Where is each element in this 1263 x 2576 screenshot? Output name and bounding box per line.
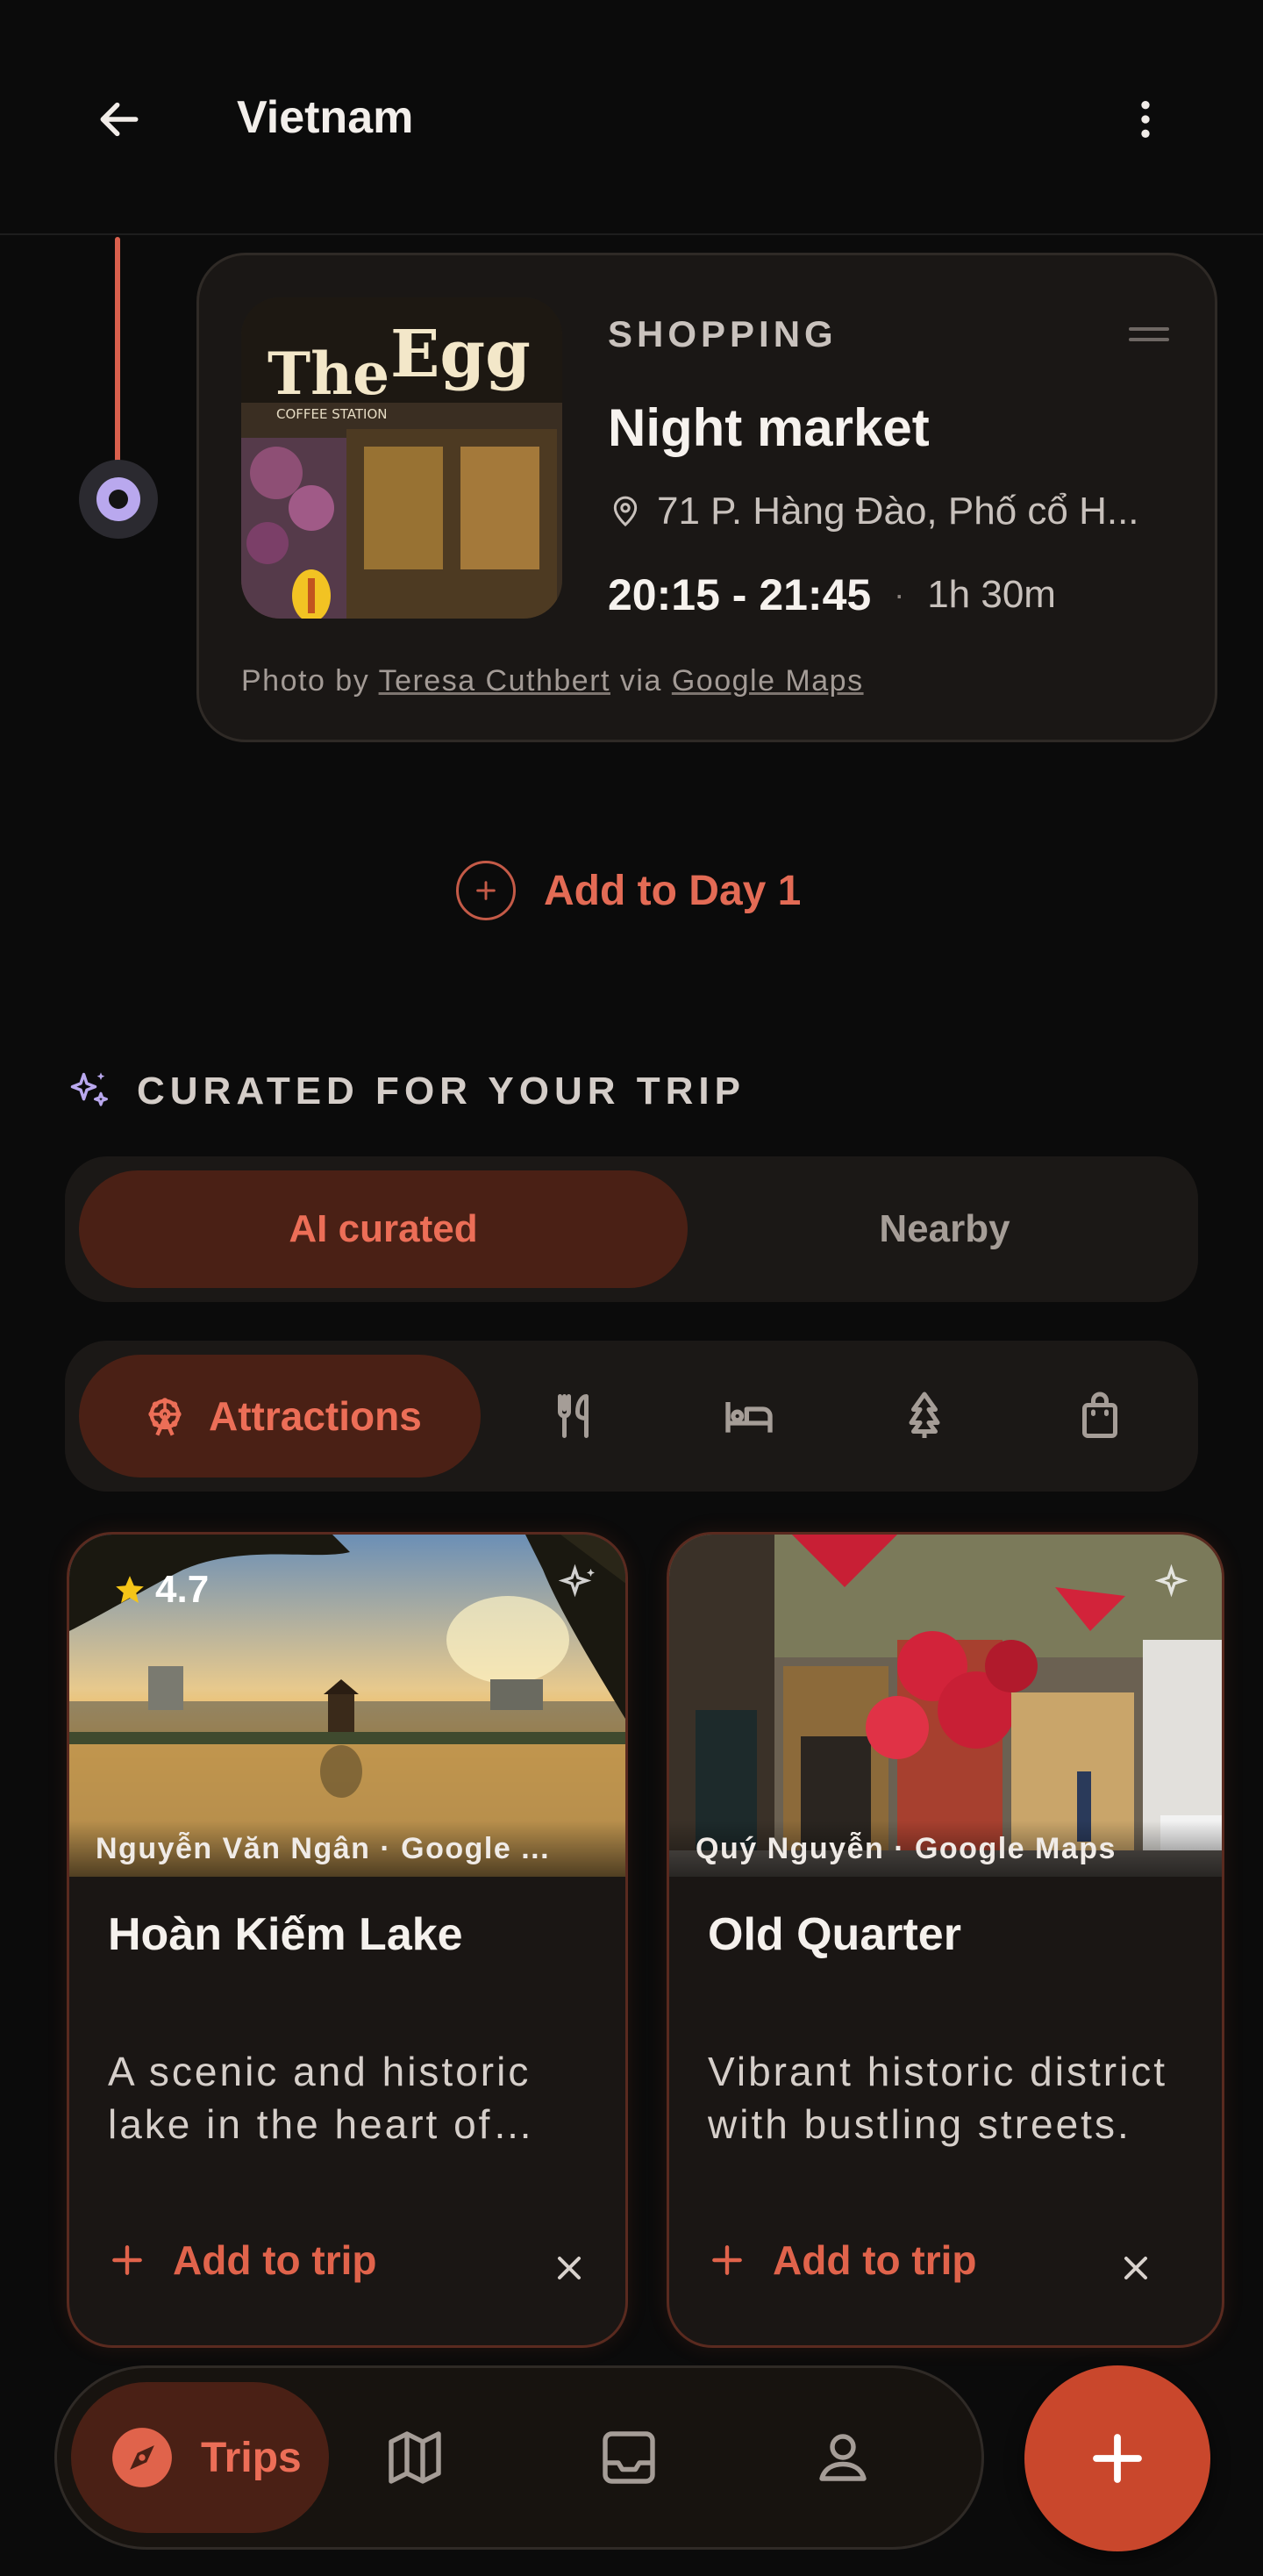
inbox-icon	[603, 2431, 655, 2484]
category-filter: Attractions	[65, 1341, 1198, 1492]
nav-trips-label: Trips	[201, 2434, 302, 2481]
bed-icon	[725, 1402, 773, 1433]
category-attractions-label: Attractions	[209, 1393, 422, 1439]
arrow-left-icon	[100, 102, 139, 137]
drag-handle-icon[interactable]	[1129, 327, 1169, 345]
credit-author-link[interactable]: Teresa Cuthbert	[379, 664, 610, 698]
add-to-trip-button[interactable]: Add to trip	[108, 2236, 377, 2284]
back-button[interactable]	[84, 84, 154, 154]
curated-title: CURATED FOR YOUR TRIP	[137, 1070, 746, 1113]
activity-photo: The Egg COFFEE STATION	[241, 297, 562, 619]
bottom-navigation: Trips	[54, 2365, 984, 2550]
tree-icon	[909, 1392, 940, 1438]
timeline-line	[115, 237, 120, 474]
add-to-day-button[interactable]: Add to Day 1	[456, 858, 801, 923]
more-vertical-icon	[1141, 101, 1150, 138]
fork-knife-icon	[558, 1394, 589, 1438]
time-separator: ·	[894, 576, 905, 612]
add-to-trip-button[interactable]: Add to trip	[708, 2236, 977, 2284]
credit-prefix: Photo by	[241, 664, 370, 698]
add-fab-button[interactable]	[1024, 2365, 1210, 2551]
sign-sub: COFFEE STATION	[276, 406, 388, 422]
sign-word2: Egg	[390, 317, 531, 392]
curated-segmented-control: AI curated Nearby	[65, 1156, 1198, 1302]
add-to-trip-label: Add to trip	[173, 2237, 377, 2283]
dismiss-button[interactable]	[1101, 2233, 1171, 2303]
shopping-bag-icon	[1082, 1392, 1117, 1438]
nav-item-trips[interactable]: Trips	[71, 2382, 329, 2533]
photo-credit: Nguyễn Văn Ngân · Google ...	[69, 1821, 625, 1877]
add-to-trip-label: Add to trip	[773, 2237, 977, 2283]
tab-ai-curated[interactable]: AI curated	[79, 1170, 688, 1288]
add-to-day-label: Add to Day 1	[544, 867, 802, 914]
dismiss-button[interactable]	[534, 2233, 604, 2303]
suggestion-name: Old Quarter	[708, 1909, 961, 1960]
close-icon	[1124, 2256, 1148, 2280]
activity-category: SHOPPING	[608, 313, 838, 354]
sign-word1: The	[268, 340, 389, 408]
nav-item-inbox[interactable]	[592, 2421, 666, 2494]
category-shopping[interactable]	[1065, 1381, 1135, 1451]
star-icon	[116, 1576, 144, 1604]
credit-via: via	[619, 664, 662, 698]
rating-badge: 4.7	[113, 1568, 209, 1612]
suggestion-card[interactable]: 4.7 Nguyễn Văn Ngân · Google ... Hoàn Ki…	[67, 1532, 628, 2348]
more-options-button[interactable]	[1110, 84, 1181, 154]
photo-credit: Photo by Teresa Cuthbert via Google Maps	[241, 664, 864, 698]
suggestion-description: Vibrant historic district with bustling …	[708, 2049, 1168, 2147]
photo-credit-text: Quý Nguyễn · Google Maps	[696, 1831, 1117, 1865]
plus-circle-icon	[456, 861, 516, 920]
nav-item-map[interactable]	[378, 2421, 452, 2494]
map-icon	[389, 2431, 441, 2484]
curated-header: CURATED FOR YOUR TRIP	[67, 1069, 746, 1114]
activity-time: 20:15 - 21:45 · 1h 30m	[608, 569, 1056, 620]
plus-icon	[1093, 2434, 1142, 2483]
plus-icon	[712, 2245, 742, 2275]
suggestion-card[interactable]: Quý Nguyễn · Google Maps Old Quarter Vib…	[667, 1532, 1224, 2348]
credit-source-link[interactable]: Google Maps	[672, 664, 864, 698]
close-icon	[557, 2256, 582, 2280]
activity-card[interactable]: The Egg COFFEE STATION SHOPPING Night ma…	[196, 253, 1217, 742]
app-header: Vietnam	[0, 0, 1263, 235]
activity-name: Night market	[608, 398, 930, 457]
category-lodging[interactable]	[714, 1381, 784, 1451]
nav-item-profile[interactable]	[806, 2421, 880, 2494]
time-range: 20:15 - 21:45	[608, 570, 872, 619]
address-text: 71 P. Hàng Đào, Phố cổ H...	[657, 490, 1139, 533]
page-title: Vietnam	[237, 92, 414, 143]
ferris-wheel-icon	[148, 1398, 182, 1436]
sparkle-icon	[1154, 1563, 1188, 1598]
activity-address: 71 P. Hàng Đào, Phố cổ H...	[608, 485, 1187, 538]
photo-credit-text: Nguyễn Văn Ngân · Google ...	[96, 1831, 551, 1865]
plus-icon	[112, 2245, 142, 2275]
tab-nearby[interactable]: Nearby	[705, 1170, 1184, 1288]
sparkle-icon	[558, 1563, 595, 1598]
timeline-node	[79, 460, 158, 539]
photo-credit: Quý Nguyễn · Google Maps	[669, 1821, 1222, 1877]
sparkles-icon	[70, 1072, 109, 1106]
category-attractions[interactable]: Attractions	[79, 1355, 481, 1478]
category-nature[interactable]	[889, 1381, 960, 1451]
duration: 1h 30m	[927, 573, 1056, 616]
suggestion-name: Hoàn Kiếm Lake	[108, 1909, 463, 1960]
profile-icon	[819, 2434, 867, 2481]
location-pin-icon	[613, 496, 638, 527]
rating-value: 4.7	[155, 1568, 210, 1611]
suggestion-description: A scenic and historic lake in the heart …	[108, 2049, 532, 2147]
compass-icon	[112, 2428, 172, 2487]
category-food[interactable]	[540, 1381, 610, 1451]
